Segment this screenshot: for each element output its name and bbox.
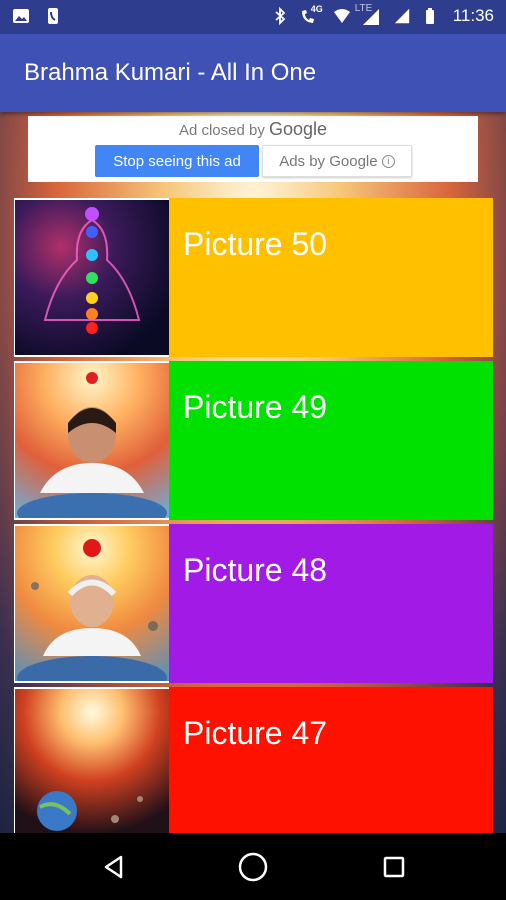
recents-icon [383,856,405,878]
ad-closed-brand: Google [269,119,328,139]
network-type: 4G [310,4,323,14]
ad-banner: Ad closed by Google Stop seeing this ad … [28,116,478,182]
ads-by-google-button[interactable]: Ads by Google i [262,145,412,177]
battery-icon [425,8,434,24]
cosmic-light-image [15,689,169,833]
home-icon [238,852,268,882]
item-panel: Picture 50 [169,198,493,357]
ad-closed-text: Ad closed by Google [28,119,478,140]
list-item[interactable]: Picture 50 [14,198,493,357]
ad-closed-prefix: Ad closed by [178,122,265,139]
item-panel: Picture 47 [169,687,493,833]
wifi-icon [333,9,350,23]
list-item[interactable]: Picture 48 [14,524,493,683]
image-icon [13,9,29,23]
chakra-meditation-image [15,200,169,355]
status-time: 11:36 [452,6,494,25]
item-label: Picture 47 [183,715,328,751]
app-title: Brahma Kumari - All In One [24,59,317,86]
picture-list: Picture 50 Picture 49 Picture 48 Picture… [14,198,493,833]
status-bar: 4G LTE 11:36 [0,0,506,34]
phone-icon [48,8,58,24]
content-area: Ad closed by Google Stop seeing this ad … [0,112,506,833]
back-button[interactable] [94,847,134,887]
back-icon [104,855,123,879]
item-panel: Picture 49 [169,361,493,520]
item-panel: Picture 48 [169,524,493,683]
info-icon: i [381,155,395,169]
list-item[interactable]: Picture 47 [14,687,493,833]
woman-portrait-image [15,363,169,518]
signal-icon: LTE [355,3,383,26]
signal-icon-2 [394,8,409,24]
wifi-calling-icon: 4G [299,4,323,26]
list-item[interactable]: Picture 49 [14,361,493,520]
stop-seeing-ad-button[interactable]: Stop seeing this ad [95,145,259,177]
item-label: Picture 49 [183,389,328,425]
bluetooth-icon [275,7,286,25]
recents-button[interactable] [374,847,414,887]
home-button[interactable] [233,847,273,887]
item-label: Picture 50 [183,226,328,262]
app-bar: Brahma Kumari - All In One [0,34,506,112]
navigation-bar [0,833,506,900]
ads-by-google-label: Ads by Google [279,152,378,170]
man-portrait-image [15,526,169,681]
item-label: Picture 48 [183,552,328,588]
